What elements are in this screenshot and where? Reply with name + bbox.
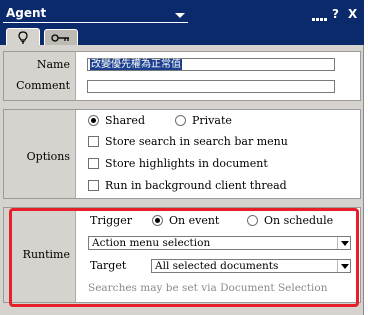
chevron-down-icon[interactable] — [337, 260, 350, 272]
tab-access[interactable] — [44, 29, 78, 45]
general-section: Name 改變優先權為正常值 Comment — [3, 51, 361, 101]
shared-label: Shared — [105, 114, 145, 127]
store-search-checkbox[interactable] — [88, 136, 99, 147]
store-highlights-checkbox[interactable] — [88, 158, 99, 169]
close-button[interactable]: X — [348, 8, 357, 20]
on-event-radio[interactable] — [152, 215, 163, 226]
tab-general[interactable] — [6, 28, 40, 45]
store-search-label: Store search in search bar menu — [105, 135, 288, 148]
run-background-checkbox[interactable] — [88, 180, 99, 191]
private-radio[interactable] — [175, 115, 186, 126]
target-dropdown-value: All selected documents — [155, 260, 279, 272]
title-dropdown-caret-icon[interactable] — [175, 13, 185, 18]
event-dropdown-value: Action menu selection — [92, 237, 211, 249]
name-field[interactable]: 改變優先權為正常值 — [87, 58, 335, 71]
private-label: Private — [192, 114, 232, 127]
on-event-label: On event — [169, 214, 220, 227]
shared-radio[interactable] — [88, 115, 99, 126]
tab-strip — [0, 26, 364, 45]
agent-window: Agent ? X Name 改變優先權為正常值 Comment Options… — [0, 0, 364, 315]
runtime-section: Runtime Trigger On event On schedule Act… — [3, 207, 361, 303]
trigger-label: Trigger — [90, 214, 132, 227]
agent-panel: Name 改變優先權為正常值 Comment Options Shared Pr… — [2, 45, 362, 313]
key-icon — [51, 33, 69, 42]
comment-label: Comment — [16, 79, 70, 92]
run-background-label: Run in background client thread — [105, 179, 287, 192]
on-schedule-label: On schedule — [264, 214, 334, 227]
comment-field[interactable] — [87, 80, 335, 93]
on-schedule-radio[interactable] — [247, 215, 258, 226]
name-label: Name — [36, 58, 70, 71]
help-button[interactable]: ? — [332, 8, 339, 20]
event-dropdown[interactable]: Action menu selection — [88, 236, 351, 250]
options-label: Options — [26, 150, 70, 163]
title-bar: Agent ? X — [0, 0, 364, 26]
runtime-label: Runtime — [22, 248, 70, 261]
target-label: Target — [90, 259, 127, 272]
chevron-down-icon[interactable] — [337, 237, 350, 249]
menu-dots-icon[interactable] — [312, 11, 328, 23]
store-highlights-label: Store highlights in document — [105, 157, 268, 170]
runtime-hint: Searches may be set via Document Selecti… — [88, 282, 328, 294]
agent-title-field[interactable]: Agent — [3, 6, 188, 23]
window-title: Agent — [6, 6, 47, 20]
options-section: Options Shared Private Store search in s… — [3, 109, 361, 199]
lightbulb-icon — [18, 30, 28, 44]
target-dropdown[interactable]: All selected documents — [151, 259, 351, 273]
name-value: 改變優先權為正常值 — [90, 59, 182, 70]
